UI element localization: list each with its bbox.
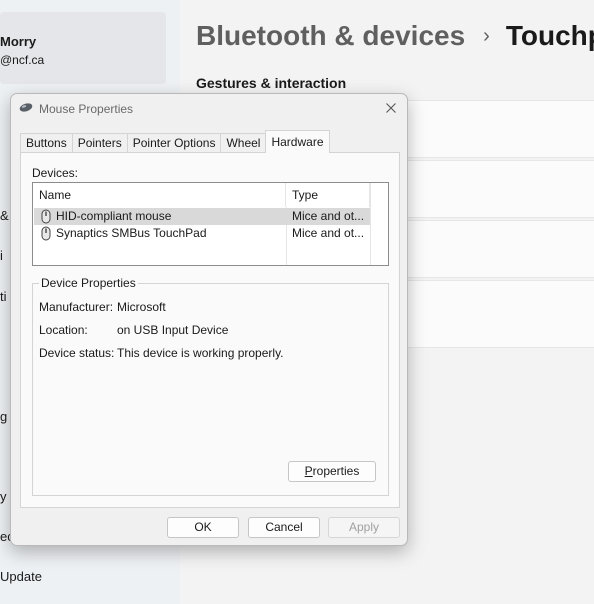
device-name: HID-compliant mouse [56,209,172,223]
mouse-device-icon [41,209,51,224]
mouse-properties-dialog: Mouse Properties Buttons Pointers Pointe… [10,93,408,546]
breadcrumb-parent[interactable]: Bluetooth & devices [196,20,465,52]
column-divider [370,183,371,265]
properties-button[interactable]: Properties [288,461,376,482]
profile-name: Morry [0,34,37,49]
sidebar-item-windows-update[interactable]: Update [0,569,42,584]
title-bar[interactable]: Mouse Properties [11,94,407,124]
device-name: Synaptics SMBus TouchPad [56,226,207,240]
sidebar-item-fragment[interactable]: ti [0,289,7,304]
tab-buttons[interactable]: Buttons [20,133,73,153]
device-status-value: This device is working properly. [117,346,284,360]
device-status-label: Device status: [39,346,115,360]
sidebar-item-fragment[interactable]: & [0,208,9,223]
hardware-tab-panel: Devices: Name Type HID-compliant mouse M… [20,152,400,508]
tab-wheel[interactable]: Wheel [220,133,267,153]
breadcrumb: Bluetooth & devices › Touchpa [196,20,594,52]
manufacturer-value: Microsoft [117,300,166,314]
list-item[interactable]: HID-compliant mouse Mice and ot... [34,208,370,225]
tab-pointer-options[interactable]: Pointer Options [126,133,222,153]
list-item[interactable]: Synaptics SMBus TouchPad Mice and ot... [34,225,370,242]
tab-strip: Buttons Pointers Pointer Options Wheel H… [20,130,330,153]
sidebar-item-fragment[interactable]: i [0,248,3,263]
sidebar-item-fragment[interactable]: y [0,489,7,504]
cancel-button[interactable]: Cancel [248,517,320,538]
close-button[interactable] [381,98,401,118]
mouse-device-icon [41,226,51,241]
sidebar-item-fragment[interactable]: g [0,409,7,424]
profile-email: @ncf.ca [0,53,45,67]
column-header-name[interactable]: Name [33,183,286,207]
location-value: on USB Input Device [117,323,229,337]
device-type: Mice and ot... [292,226,365,240]
device-properties-legend: Device Properties [39,276,138,290]
mouse-icon [19,103,33,112]
tab-hardware[interactable]: Hardware [265,130,330,153]
page-title: Touchpa [505,20,594,51]
column-header-type[interactable]: Type [286,183,370,207]
dialog-title: Mouse Properties [39,102,134,116]
devices-label: Devices: [32,166,79,180]
close-icon [386,103,396,113]
location-label: Location: [39,323,88,337]
chevron-right-icon: › [483,24,490,47]
manufacturer-label: Manufacturer: [39,300,114,314]
properties-button-label: roperties [312,464,360,478]
tab-pointers[interactable]: Pointers [71,133,128,153]
devices-list[interactable]: Name Type HID-compliant mouse Mice and o… [32,182,389,266]
section-title: Gestures & interaction [196,75,347,91]
properties-button-accel: P [304,464,313,478]
device-type: Mice and ot... [292,209,365,223]
apply-button[interactable]: Apply [328,517,400,538]
ok-button[interactable]: OK [167,517,239,538]
